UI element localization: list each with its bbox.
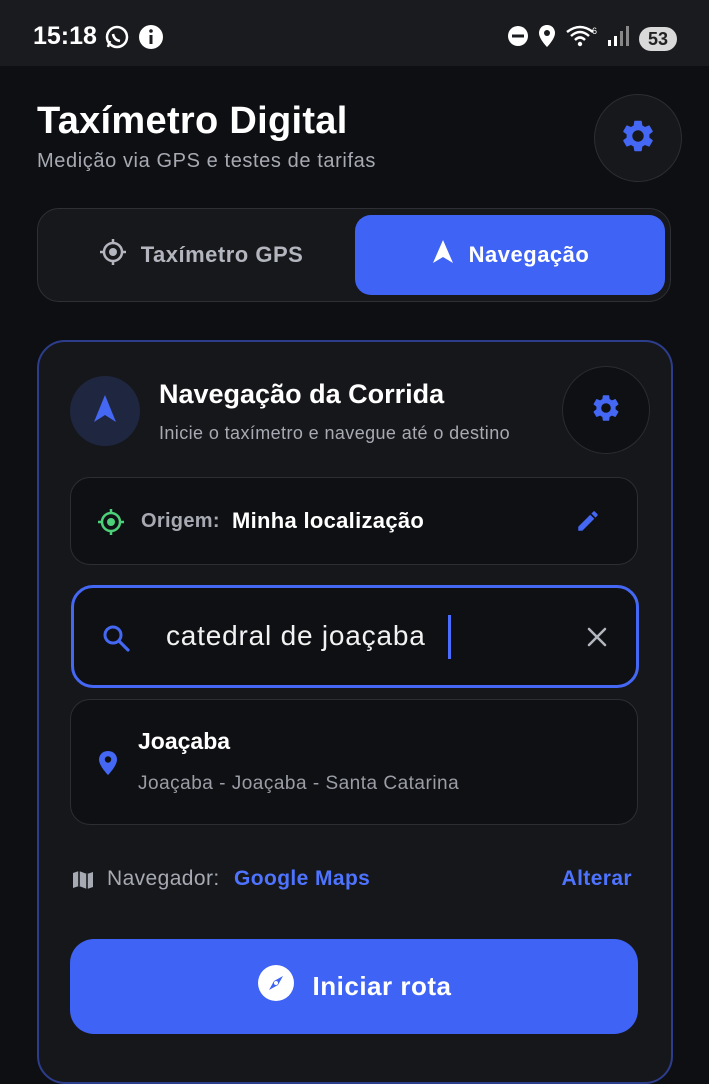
battery-icon: 53 — [638, 26, 677, 51]
navigation-settings-button[interactable] — [562, 366, 650, 454]
navigation-avatar — [70, 376, 140, 446]
origin-label: Origem: — [141, 510, 220, 532]
gps-target-icon — [97, 508, 125, 541]
gps-target-icon — [99, 238, 127, 272]
search-icon — [102, 624, 130, 657]
origin-field[interactable]: Origem: Minha localização — [70, 477, 638, 565]
map-icon — [72, 869, 94, 896]
search-input[interactable] — [166, 616, 506, 656]
card-subtitle: Inicie o taxímetro e navegue até o desti… — [159, 423, 511, 443]
text-caret — [448, 615, 451, 659]
tab-label: Navegação — [468, 242, 590, 267]
info-icon — [138, 24, 164, 55]
page-title: Taxímetro Digital — [37, 100, 348, 142]
svg-text:6: 6 — [592, 26, 597, 36]
location-icon — [537, 24, 557, 53]
close-icon[interactable] — [586, 626, 608, 653]
navigator-row: Navegador: Google Maps Alterar — [72, 866, 632, 896]
gear-icon — [619, 117, 657, 160]
navigation-arrow-icon — [92, 394, 118, 429]
edit-pencil-icon[interactable] — [575, 508, 601, 539]
dnd-icon — [507, 25, 529, 52]
status-time: 15:18 — [33, 22, 97, 50]
navigator-value: Google Maps — [234, 867, 371, 890]
navigator-label: Navegador: — [107, 867, 220, 890]
map-pin-icon — [97, 750, 119, 781]
status-bar: 15:18 6 53 — [0, 0, 709, 66]
change-navigator-link[interactable]: Alterar — [562, 867, 633, 891]
wifi-6-icon: 6 — [565, 24, 599, 53]
mode-tabs: Taxímetro GPS Navegação — [37, 208, 671, 302]
search-result-item[interactable]: Joaçaba Joaçaba - Joaçaba - Santa Catari… — [70, 699, 638, 825]
gear-icon — [590, 392, 622, 429]
result-subtitle: Joaçaba - Joaçaba - Santa Catarina — [138, 773, 460, 794]
result-title: Joaçaba — [138, 728, 231, 754]
whatsapp-icon — [104, 24, 130, 55]
navigation-arrow-icon — [431, 239, 455, 271]
compass-icon — [257, 964, 295, 1009]
signal-icon — [607, 25, 631, 52]
tab-navegacao[interactable]: Navegação — [355, 215, 665, 295]
start-route-button[interactable]: Iniciar rota — [70, 939, 638, 1034]
card-title: Navegação da Corrida — [159, 379, 445, 409]
tab-taximetro-gps[interactable]: Taxímetro GPS — [46, 215, 356, 295]
tab-label: Taxímetro GPS — [140, 242, 304, 267]
destination-search-box — [71, 585, 639, 688]
settings-button[interactable] — [594, 94, 682, 182]
page-subtitle: Medição via GPS e testes de tarifas — [37, 150, 376, 172]
start-route-label: Iniciar rota — [312, 971, 452, 1001]
origin-value: Minha localização — [232, 508, 425, 533]
